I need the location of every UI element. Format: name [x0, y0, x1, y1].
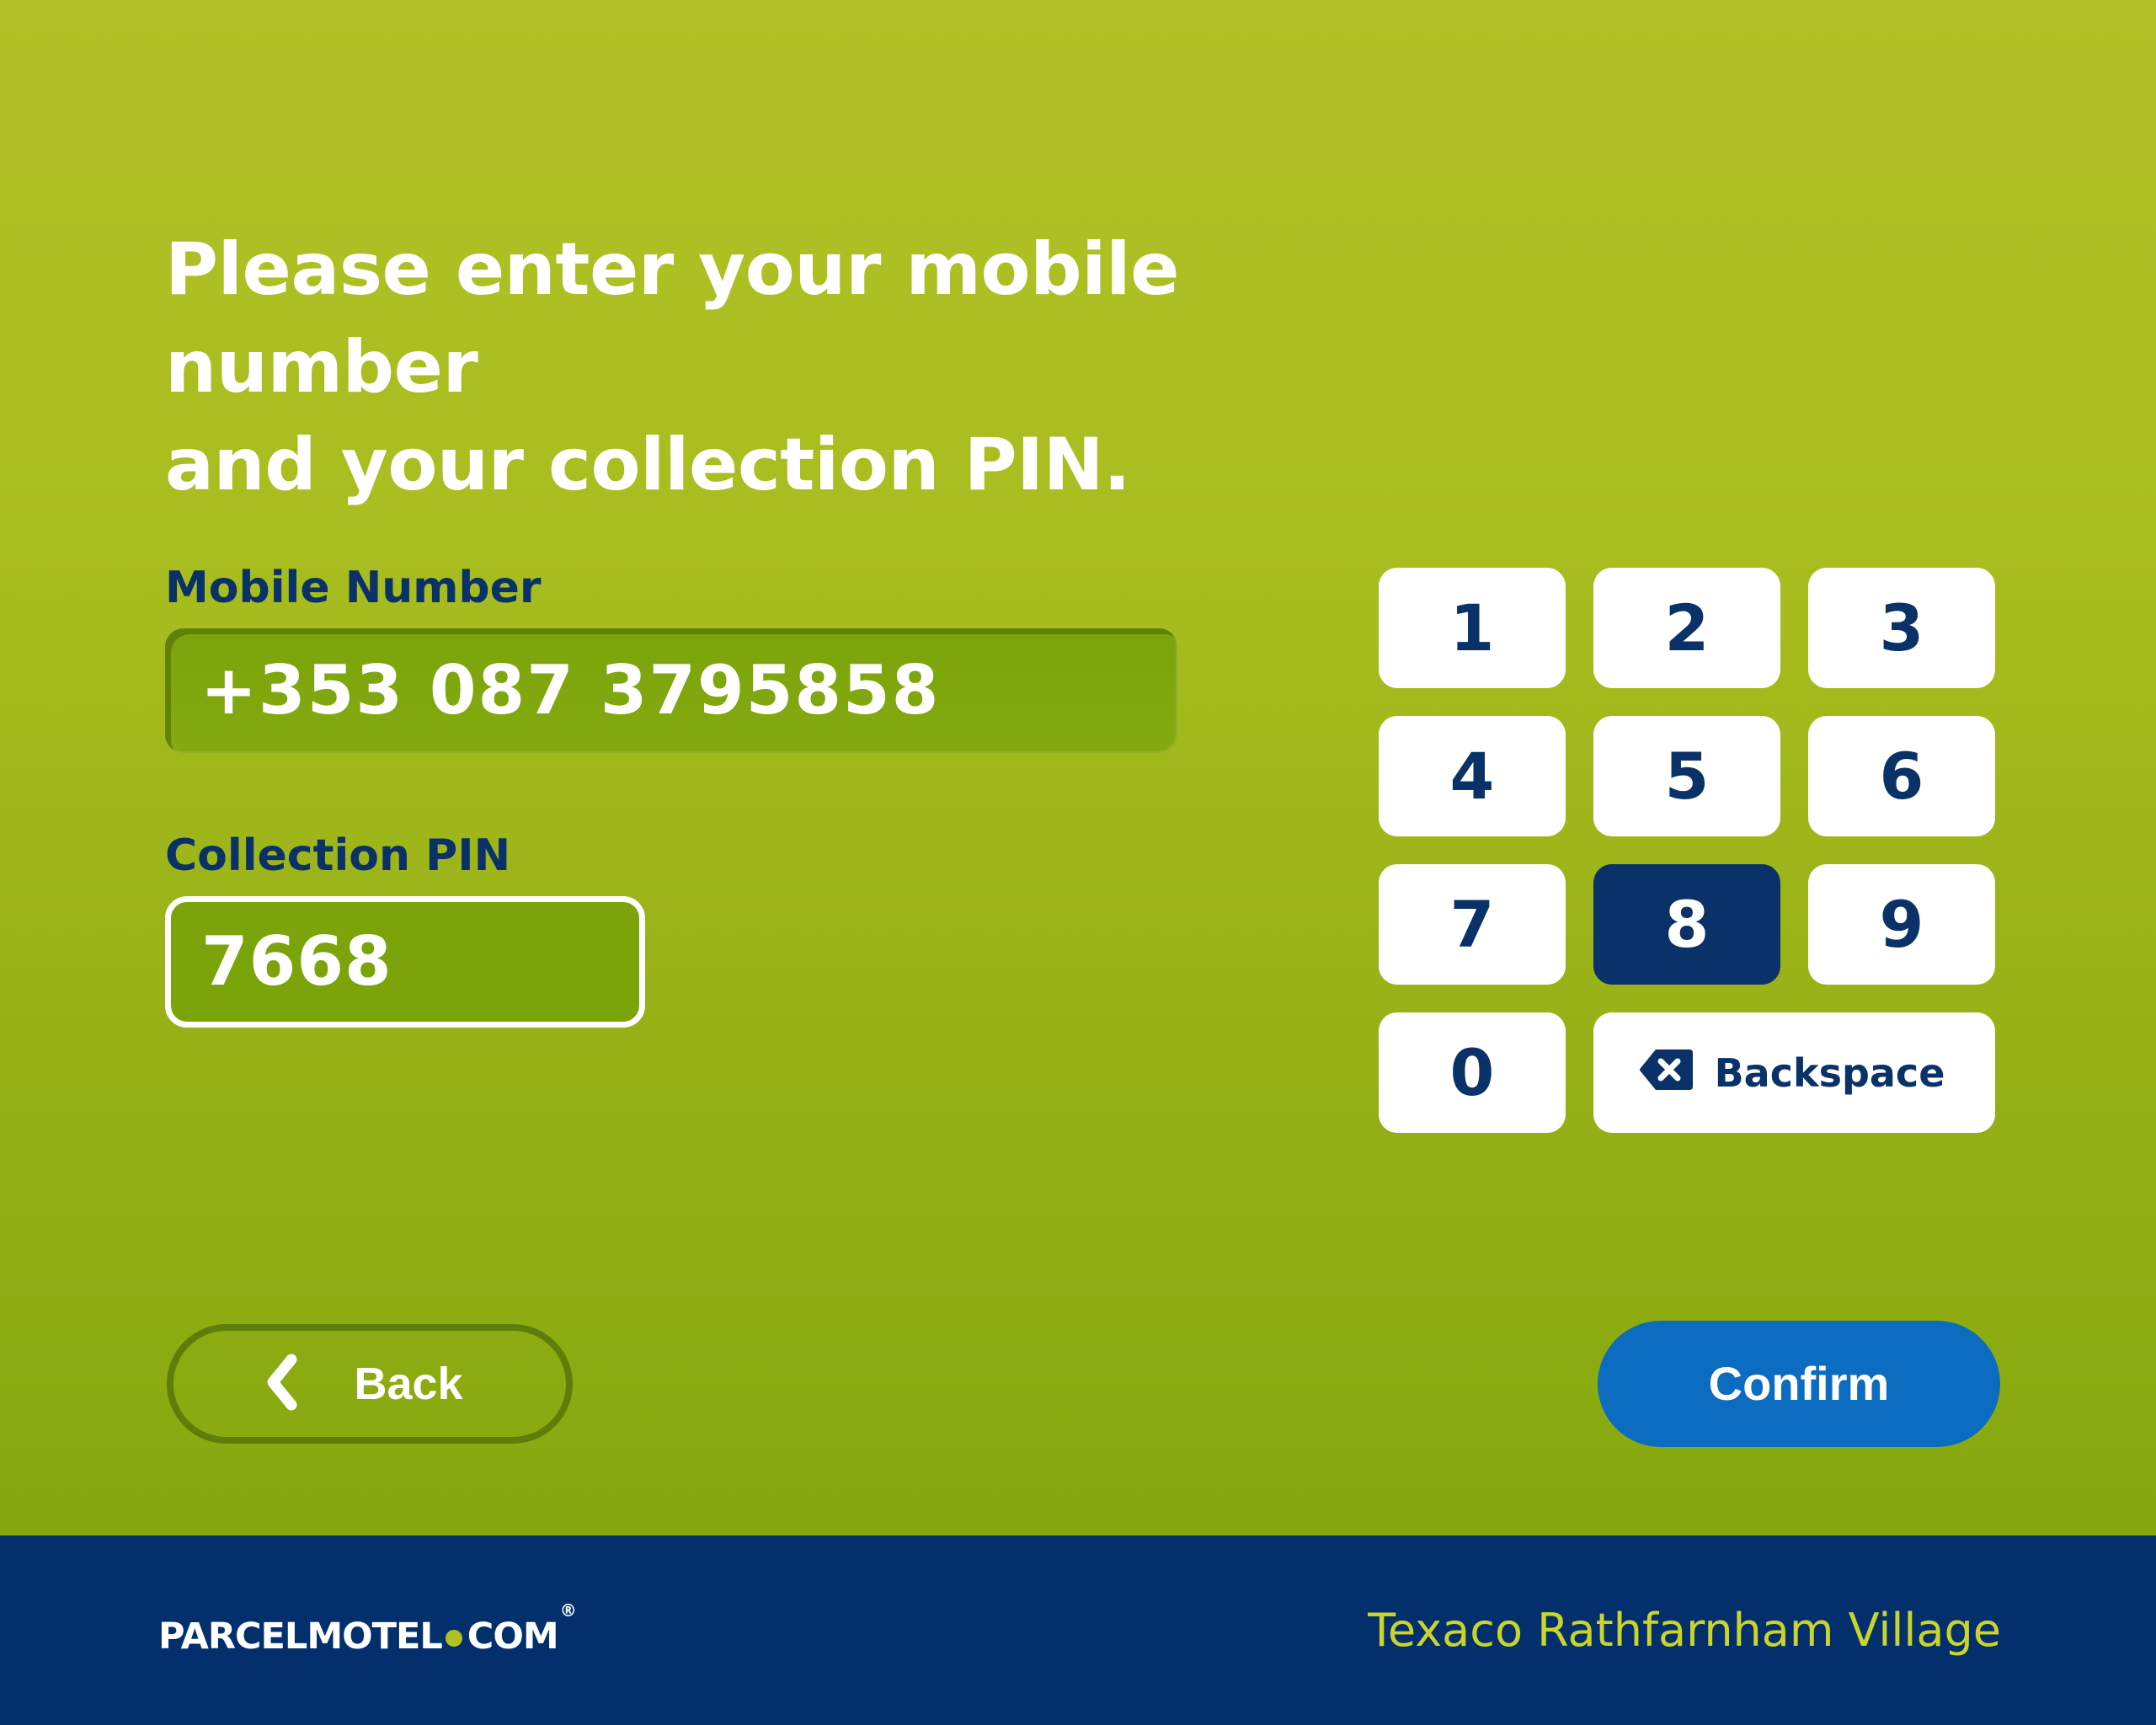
collection-pin-label: Collection PIN [165, 830, 511, 881]
key-8-label: 8 [1664, 886, 1710, 962]
backspace-icon [1639, 1048, 1693, 1097]
key-4-label: 4 [1449, 738, 1495, 814]
key-3-label: 3 [1879, 590, 1924, 665]
key-9-label: 9 [1879, 886, 1924, 962]
key-9[interactable]: 9 [1808, 864, 1995, 985]
store-name-label: Texaco Rathfarnham Village [1368, 1603, 2001, 1657]
key-4[interactable]: 4 [1379, 716, 1566, 836]
key-2[interactable]: 2 [1593, 568, 1780, 688]
key-7[interactable]: 7 [1379, 864, 1566, 985]
confirm-button[interactable]: Confirm [1598, 1321, 2000, 1447]
mobile-number-input[interactable]: +353 087 3795858 [165, 628, 1177, 753]
key-6[interactable]: 6 [1808, 716, 1995, 836]
logo-registered-mark: ® [559, 1599, 577, 1621]
key-6-label: 6 [1879, 738, 1924, 814]
key-1[interactable]: 1 [1379, 568, 1566, 688]
mobile-number-label: Mobile Number [165, 563, 542, 613]
backspace-label: Backspace [1714, 1049, 1945, 1096]
chevron-left-icon [263, 1353, 300, 1416]
key-5[interactable]: 5 [1593, 716, 1780, 836]
numeric-keypad: 1 2 3 4 5 6 7 8 9 0 Backspace [1379, 568, 1995, 1133]
mobile-number-value: +353 087 3795858 [200, 651, 941, 729]
kiosk-screen: Please enter your mobile number and your… [0, 0, 2156, 1725]
footer-bar: Parcel Motel com ® Texaco Rathfarnham Villa… [0, 1535, 2156, 1725]
mobile-number-field-group: Mobile Number +353 087 3795858 [165, 566, 1177, 753]
key-7-label: 7 [1449, 886, 1495, 962]
collection-pin-input[interactable]: 7668 [165, 896, 645, 1028]
key-0[interactable]: 0 [1379, 1012, 1566, 1133]
logo-word-com: com [467, 1599, 559, 1661]
back-button[interactable]: Back [167, 1324, 573, 1444]
key-8[interactable]: 8 [1593, 864, 1780, 985]
parcelmotel-logo: Parcel Motel com ® [158, 1599, 577, 1661]
key-1-label: 1 [1449, 590, 1495, 665]
back-button-label: Back [354, 1359, 463, 1409]
confirm-button-label: Confirm [1708, 1357, 1890, 1410]
collection-pin-field-group: Collection PIN 7668 [165, 834, 645, 1028]
logo-word-motel: Motel [307, 1599, 442, 1661]
page-title: Please enter your mobile number and your… [165, 227, 1179, 508]
key-0-label: 0 [1449, 1034, 1495, 1110]
key-5-label: 5 [1664, 738, 1710, 814]
collection-pin-value: 7668 [201, 922, 392, 1001]
key-2-label: 2 [1664, 590, 1710, 665]
logo-dot-icon [445, 1629, 462, 1647]
key-3[interactable]: 3 [1808, 568, 1995, 688]
backspace-key[interactable]: Backspace [1593, 1012, 1995, 1133]
logo-word-parcel: Parcel [158, 1599, 307, 1661]
